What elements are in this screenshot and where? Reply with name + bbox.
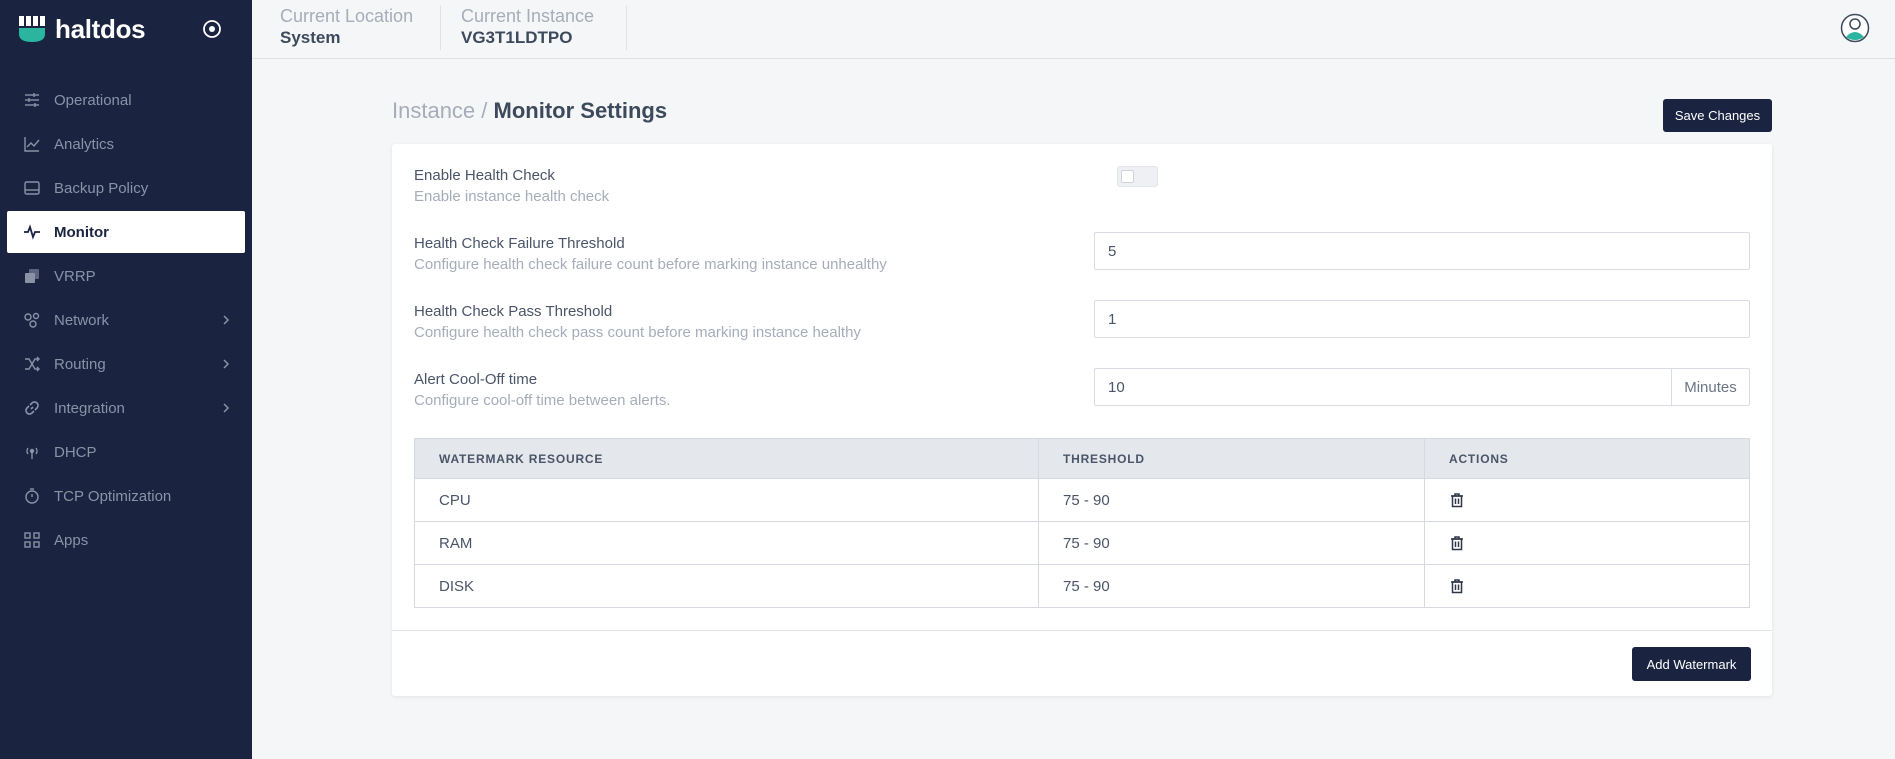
target-icon[interactable] <box>202 19 222 39</box>
topbar: Current Location System Current Instance… <box>252 0 1895 59</box>
chevron-right-icon <box>223 315 230 325</box>
table-row: RAM 75 - 90 <box>414 521 1750 565</box>
sidebar-item-label: DHCP <box>54 443 97 461</box>
sidebar-item-vrrp[interactable]: VRRP <box>7 255 245 297</box>
sidebar: haltdos Operational Analytics Backup Pol… <box>0 0 252 759</box>
sidebar-nav: Operational Analytics Backup Policy Moni… <box>0 79 252 561</box>
setting-description: Enable instance health check <box>414 188 610 205</box>
monitor-settings-card: Enable Health Check Enable instance heal… <box>392 144 1772 696</box>
chevron-right-icon <box>223 403 230 413</box>
chart-line-icon <box>24 137 40 152</box>
antenna-icon <box>26 447 38 459</box>
sliders-icon <box>25 93 39 107</box>
sidebar-item-analytics[interactable]: Analytics <box>7 123 245 165</box>
setting-title: Enable Health Check <box>414 167 555 184</box>
chevron-right-icon <box>223 359 230 369</box>
sidebar-item-label: Analytics <box>54 135 115 153</box>
page-title: Instance / Monitor Settings <box>392 98 667 124</box>
health-check-setting: Enable Health Check Enable instance heal… <box>414 166 1750 208</box>
breadcrumb-parent[interactable]: Instance / <box>392 98 487 123</box>
table-row: DISK 75 - 90 <box>414 564 1750 608</box>
sidebar-item-label: VRRP <box>54 267 96 285</box>
current-location-value: System <box>280 28 341 47</box>
sidebar-item-operational[interactable]: Operational <box>7 79 245 121</box>
sidebar-item-monitor[interactable]: Monitor <box>7 211 245 253</box>
watermark-threshold: 75 - 90 <box>1038 521 1425 565</box>
current-instance-label: Current Instance <box>461 6 595 26</box>
layers-icon <box>25 269 39 283</box>
breadcrumb-current: Monitor Settings <box>493 98 668 123</box>
stopwatch-icon <box>25 488 39 504</box>
watermark-threshold: 75 - 90 <box>1038 478 1425 522</box>
sidebar-item-label: Network <box>54 311 110 329</box>
column-header: WATERMARK RESOURCE <box>414 438 1039 479</box>
sidebar-item-label: TCP Optimization <box>54 487 172 505</box>
watermark-resource: DISK <box>414 564 1039 608</box>
pass-threshold-input[interactable]: 1 <box>1094 300 1750 338</box>
current-instance[interactable]: Current Instance VG3T1LDTPO <box>441 5 627 50</box>
cooloff-unit: Minutes <box>1672 368 1750 406</box>
sidebar-item-dhcp[interactable]: DHCP <box>7 431 245 473</box>
column-header: ACTIONS <box>1424 438 1750 479</box>
sidebar-item-label: Integration <box>54 399 125 417</box>
user-avatar-icon[interactable] <box>1840 13 1870 43</box>
watermark-resource: CPU <box>414 478 1039 522</box>
sidebar-item-integration[interactable]: Integration <box>7 387 245 429</box>
actions-cell <box>1424 564 1750 608</box>
brand-name: haltdos <box>55 13 146 44</box>
health-check-toggle[interactable] <box>1117 166 1158 187</box>
actions-cell <box>1424 521 1750 565</box>
cooloff-input[interactable]: 10 <box>1094 368 1672 406</box>
sidebar-item-tcp-optimization[interactable]: TCP Optimization <box>7 475 245 517</box>
link-icon <box>25 401 39 415</box>
card-footer-divider <box>392 630 1772 631</box>
shuffle-icon <box>25 356 40 372</box>
save-changes-button[interactable]: Save Changes <box>1663 99 1772 132</box>
sidebar-item-label: Operational <box>54 91 132 109</box>
current-location[interactable]: Current Location System <box>252 5 441 50</box>
hard-drive-icon <box>24 181 40 195</box>
toggle-knob <box>1121 170 1134 183</box>
current-instance-value: VG3T1LDTPO <box>461 28 573 47</box>
sidebar-item-label: Apps <box>54 531 89 549</box>
network-icon <box>24 312 40 328</box>
pass-threshold-setting: Health Check Pass Threshold Configure he… <box>414 300 1750 344</box>
sidebar-item-label: Routing <box>54 355 106 373</box>
failure-threshold-input[interactable]: 5 <box>1094 232 1750 270</box>
sidebar-item-network[interactable]: Network <box>7 299 245 341</box>
sidebar-item-apps[interactable]: Apps <box>7 519 245 561</box>
trash-icon[interactable] <box>1449 492 1465 508</box>
sidebar-item-label: Backup Policy <box>54 179 149 197</box>
current-location-label: Current Location <box>280 6 414 26</box>
pulse-icon <box>24 224 40 240</box>
sidebar-item-backup-policy[interactable]: Backup Policy <box>7 167 245 209</box>
grid-icon <box>24 532 40 548</box>
sidebar-item-routing[interactable]: Routing <box>7 343 245 385</box>
watermark-table: WATERMARK RESOURCE THRESHOLD ACTIONS CPU… <box>414 438 1750 608</box>
trash-icon[interactable] <box>1449 578 1465 594</box>
cooloff-input-group: 10 Minutes <box>1094 368 1750 406</box>
column-header: THRESHOLD <box>1038 438 1425 479</box>
add-watermark-button[interactable]: Add Watermark <box>1632 647 1751 681</box>
actions-cell <box>1424 478 1750 522</box>
sidebar-item-label: Monitor <box>54 223 109 241</box>
brand: haltdos <box>0 0 252 58</box>
table-header-row: WATERMARK RESOURCE THRESHOLD ACTIONS <box>414 438 1750 479</box>
failure-threshold-setting: Health Check Failure Threshold Configure… <box>414 232 1750 276</box>
haltdos-logo-icon <box>19 16 45 42</box>
table-row: CPU 75 - 90 <box>414 478 1750 522</box>
watermark-threshold: 75 - 90 <box>1038 564 1425 608</box>
cooloff-setting: Alert Cool-Off time Configure cool-off t… <box>414 368 1750 412</box>
trash-icon[interactable] <box>1449 535 1465 551</box>
watermark-resource: RAM <box>414 521 1039 565</box>
